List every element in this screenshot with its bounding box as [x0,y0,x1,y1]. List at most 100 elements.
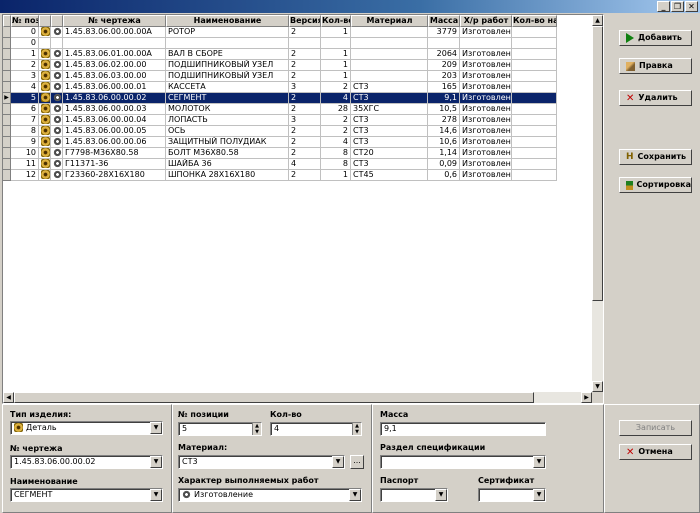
spinner-arrows-icon[interactable]: ▲ ▼ [352,423,361,435]
chevron-down-icon[interactable]: ▼ [332,456,344,468]
column-header[interactable]: Материал [351,15,428,27]
table-row[interactable]: 12 Г23360-28Х16Х180 ШПОНКА 28Х16Х180 2 1 СТ45… [3,170,557,181]
chevron-down-icon[interactable]: ▼ [435,489,447,501]
table-row[interactable]: 8 1.45.83.06.00.00.05 ОСЬ 2 2 СТ3 14,6 Изготовл… [3,126,557,137]
certificate-select[interactable]: ▼ [478,488,546,502]
type-select[interactable]: Деталь ▼ [10,421,163,435]
minimize-button[interactable]: _ [657,1,670,12]
column-header[interactable]: Кол-во [321,15,351,27]
row-work-type: Изготовление [460,170,512,181]
row-qty-per [512,71,557,82]
row-mass: 278 [428,115,460,126]
table-row[interactable]: ▶ 5 1.45.83.06.00.00.02 СЕГМЕНТ 2 4 СТ3 9,1 Изго… [3,93,557,104]
row-mass: 1,14 [428,148,460,159]
column-header[interactable]: Х/р работ [460,15,512,27]
row-indicator[interactable] [3,126,11,137]
table-row[interactable]: 1 1.45.83.06.01.00.00А ВАЛ В СБОРЕ 2 1 2064 Из… [3,49,557,60]
table-row[interactable]: 10 Г7798-М36Х80.58 БОЛТ М36Х80.58 2 8 СТ20 1,1… [3,148,557,159]
column-header-blank[interactable] [39,15,51,27]
row-indicator[interactable] [3,60,11,71]
mass-input[interactable]: 9,1 [380,422,546,436]
row-position: 3 [11,71,39,82]
add-button-label: Добавить [638,33,682,42]
row-drawing: 1.45.83.06.00.00.04 [63,115,166,126]
chevron-down-icon[interactable]: ▼ [150,489,162,501]
row-indicator[interactable] [3,71,11,82]
vertical-scrollbar[interactable]: ▲ ▼ [592,15,603,392]
restore-button[interactable]: ❐ [671,1,684,12]
material-browse-button[interactable]: ... [350,455,364,469]
row-indicator[interactable] [3,148,11,159]
chevron-down-icon[interactable]: ▼ [533,456,545,468]
row-quantity [321,38,351,49]
table-row[interactable]: 11 Г11371-36ШАЙБА 3648СТ30,09Изготовление [3,159,557,170]
work-type-select[interactable]: Изготовление ▼ [178,488,362,502]
row-indicator[interactable] [3,82,11,93]
row-material: СТ3 [351,137,428,148]
row-drawing: 1.45.83.06.02.00.00 [63,60,166,71]
chevron-down-icon[interactable]: ▼ [150,422,162,434]
row-indicator[interactable] [3,49,11,60]
chevron-down-icon[interactable]: ▼ [150,456,162,468]
row-position: 0 [11,27,39,38]
row-qty-per [512,38,557,49]
delete-button[interactable]: ✕ Удалить [619,90,692,106]
scroll-up-button[interactable]: ▲ [592,15,603,26]
row-drawing: 1.45.83.06.03.00.00 [63,71,166,82]
table-row[interactable]: 2 1.45.83.06.02.00.00 ПОДШИПНИКОВЫЙ УЗЕЛ 2 1… [3,60,557,71]
row-indicator[interactable] [3,104,11,115]
column-header[interactable]: № чертежа [63,15,166,27]
horizontal-scrollbar[interactable]: ◀ ▶ [3,392,592,403]
chevron-down-icon[interactable]: ▼ [533,489,545,501]
row-version: 2 [289,71,321,82]
quantity-spinner[interactable]: 4 ▲ ▼ [270,422,362,436]
table-row[interactable]: 0 [3,38,557,49]
section-select[interactable]: ▼ [380,455,546,469]
table-row[interactable]: 0 1.45.83.06.00.00.00А РОТОР 2 1 3779 Изготовл… [3,27,557,38]
row-quantity: 1 [321,60,351,71]
column-header[interactable]: Наименование [166,15,289,27]
column-header-blank[interactable] [3,15,11,27]
column-header[interactable]: Версия [289,15,321,27]
position-spinner[interactable]: 5 ▲ ▼ [178,422,262,436]
specification-grid[interactable]: № поз № чертежа Наименование Версия Кол-во Ма… [2,14,604,404]
row-indicator[interactable] [3,38,11,49]
table-row[interactable]: 4 1.45.83.06.00.00.01 КАССЕТА 3 2 СТ3 165 Изгот… [3,82,557,93]
column-header[interactable]: Кол-во на : [512,15,557,27]
passport-select[interactable]: ▼ [380,488,448,502]
row-gear-icon-cell [51,27,63,38]
material-label: Материал: [178,443,228,452]
scroll-left-button[interactable]: ◀ [3,392,14,403]
row-version: 2 [289,60,321,71]
grid-header: № поз № чертежа Наименование Версия Кол-во Ма… [3,15,557,27]
grid-rows: 0 1.45.83.06.00.00.00А РОТОР 2 1 3779 Изготовл… [3,27,557,181]
row-indicator[interactable]: ▶ [3,93,11,104]
row-indicator[interactable] [3,27,11,38]
scroll-thumb[interactable] [592,26,603,301]
add-button[interactable]: Добавить [619,30,692,46]
column-header[interactable]: № поз [11,15,39,27]
hscroll-thumb[interactable] [14,392,534,403]
table-row[interactable]: 3 1.45.83.06.03.00.00 ПОДШИПНИКОВЫЙ УЗЕЛ 2 1… [3,71,557,82]
table-row[interactable]: 9 1.45.83.06.00.00.06 ЗАЩИТНЫЙ ПОЛУДИАК 2 4 С… [3,137,557,148]
table-row[interactable]: 6 1.45.83.06.00.00.03 МОЛОТОК 2 28 35ХГС 10,5 И… [3,104,557,115]
row-indicator[interactable] [3,159,11,170]
column-header-blank[interactable] [51,15,63,27]
drawing-select[interactable]: 1.45.83.06.00.00.02 ▼ [10,455,163,469]
column-header[interactable]: Масса [428,15,460,27]
name-select[interactable]: СЕГМЕНТ ▼ [10,488,163,502]
work-type-select-value: Изготовление [194,490,253,499]
row-indicator[interactable] [3,115,11,126]
close-button[interactable]: ✕ [685,1,698,12]
sort-button[interactable]: Сортировка [619,177,692,193]
row-indicator[interactable] [3,170,11,181]
spinner-arrows-icon[interactable]: ▲ ▼ [252,423,261,435]
material-select[interactable]: СТ3 ▼ [178,455,345,469]
scroll-down-button[interactable]: ▼ [592,381,603,392]
chevron-down-icon[interactable]: ▼ [349,489,361,501]
save-button[interactable]: H Сохранить [619,149,692,165]
row-indicator[interactable] [3,137,11,148]
edit-button[interactable]: Правка [619,58,692,74]
scroll-right-button[interactable]: ▶ [581,392,592,403]
table-row[interactable]: 7 1.45.83.06.00.00.04 ЛОПАСТЬ 3 2 СТ3 278 Изгот… [3,115,557,126]
